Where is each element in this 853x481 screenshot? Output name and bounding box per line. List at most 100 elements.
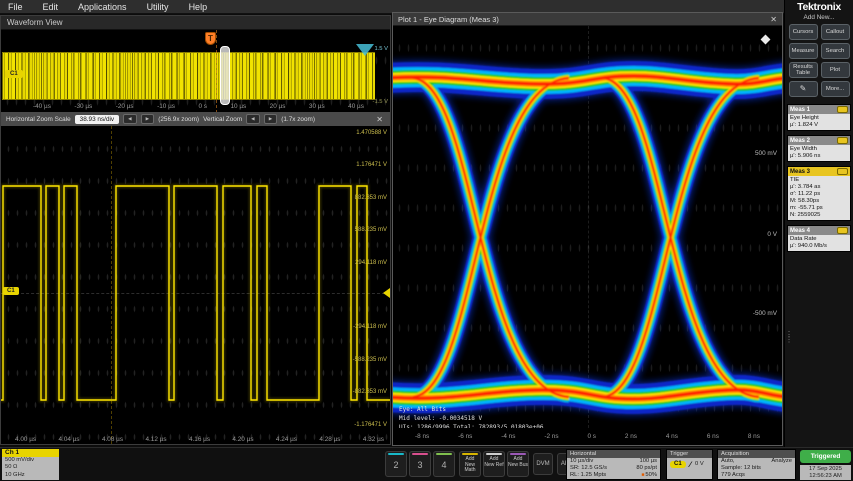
menu-item-utility[interactable]: Utility bbox=[147, 2, 169, 12]
channel-color-stripe bbox=[436, 453, 452, 455]
eye-annotation-bits: Eye: All Bits bbox=[399, 406, 446, 413]
zoom-window-handle[interactable] bbox=[220, 46, 230, 105]
oscilloscope-app: File Edit Applications Utility Help Waveform… bbox=[0, 0, 853, 481]
trigger-status-button[interactable]: Triggered bbox=[800, 450, 851, 463]
overview-x-label: -30 µs bbox=[74, 103, 92, 112]
menu-item-help[interactable]: Help bbox=[189, 2, 208, 12]
channel-number: 3 bbox=[410, 460, 430, 470]
eye-diagram-close-button[interactable]: ✕ bbox=[770, 15, 777, 24]
eye-x-label: 6 ns bbox=[707, 433, 719, 440]
meas-nav-icon[interactable] bbox=[837, 168, 848, 175]
add-new-button-ref[interactable]: Add New Ref bbox=[483, 451, 505, 477]
v-zoom-decrease-button[interactable]: ◀ bbox=[246, 114, 260, 124]
channel-1-overview-badge[interactable]: C1 bbox=[5, 70, 23, 78]
position-dot-icon: ■ bbox=[641, 472, 644, 478]
overview-x-axis: -40 µs-30 µs-20 µs-10 µs0 s10 µs20 µs30 … bbox=[1, 103, 390, 112]
trigger-level-icon[interactable] bbox=[356, 44, 374, 56]
eye-y-label: -500 mV bbox=[753, 310, 777, 317]
trigger-position-marker[interactable]: T bbox=[205, 32, 216, 45]
h-zoom-scale-value[interactable]: 38.93 ns/div bbox=[75, 115, 119, 124]
eye-diagram-title-bar[interactable]: Plot 1 - Eye Diagram (Meas 3) ✕ bbox=[393, 13, 782, 26]
channel-button-2[interactable]: 2 bbox=[385, 451, 407, 477]
zoom-x-label: 4.20 µs bbox=[232, 436, 253, 443]
meas-badge-meas3[interactable]: Meas 3TIEµ': 3.784 asσ': 11.22 psM: 58.3… bbox=[787, 166, 851, 221]
zoomed-waveform-plot[interactable]: C1 4.00 µs4.04 µs4.08 µs4.12 µs4.16 µs4.… bbox=[1, 126, 390, 444]
h-zoom-increase-button[interactable]: ▶ bbox=[141, 114, 155, 124]
meas-result-line: m: -55.71 ps bbox=[790, 205, 848, 212]
waveform-view-panel: Waveform View T C1 1.5 V -1.5 V -40 µs-3… bbox=[0, 15, 391, 445]
zoom-bar-close-button[interactable]: ✕ bbox=[376, 115, 385, 124]
meas-result-line: Data Rate bbox=[790, 236, 848, 243]
channel-setting-line: 500 mV/div bbox=[5, 457, 56, 464]
sidebar-button-plot[interactable]: Plot bbox=[821, 62, 850, 78]
tool-button-dvm[interactable]: DVM bbox=[533, 453, 553, 475]
channel-button-4[interactable]: 4 bbox=[433, 451, 455, 477]
zoom-x-label: 4.28 µs bbox=[319, 436, 340, 443]
overview-x-label: -10 µs bbox=[157, 103, 175, 112]
sidebar-button-measure[interactable]: Measure bbox=[789, 43, 818, 59]
sidebar-button-more[interactable]: More... bbox=[821, 81, 850, 97]
channel-1-settings: 500 mV/div50 Ω10 GHz bbox=[2, 457, 59, 480]
meas-result-line: µ': 5.906 ns bbox=[790, 153, 848, 160]
overview-x-label: 30 µs bbox=[309, 103, 325, 112]
zoom-y-label: 882.353 mV bbox=[355, 195, 387, 201]
meas-badge-meas2[interactable]: Meas 2Eye Widthµ': 5.906 ns bbox=[787, 135, 851, 162]
zoom-x-label: 4.08 µs bbox=[102, 436, 123, 443]
record-length: RL: 1.25 Mpts bbox=[570, 472, 606, 479]
zoom-y-label: -294.118 mV bbox=[353, 324, 387, 330]
eye-x-axis: -8 ns-6 ns-4 ns-2 ns0 s2 ns4 ns6 ns8 ns bbox=[393, 427, 782, 445]
zoom-x-label: 4.16 µs bbox=[189, 436, 210, 443]
button-color-stripe bbox=[510, 453, 526, 455]
overview-x-label: 20 µs bbox=[270, 103, 286, 112]
overview-waveform bbox=[2, 52, 375, 100]
meas-result-line: N: 2559025 bbox=[790, 212, 848, 219]
v-zoom-factor: (1.7x zoom) bbox=[281, 116, 315, 123]
sidebar-button-search[interactable]: Search bbox=[821, 43, 850, 59]
meas-badge-header: Meas 3 bbox=[788, 167, 850, 176]
horizontal-panel[interactable]: Horizontal 10 µs/div 100 µs SR: 12.5 GS/… bbox=[566, 449, 661, 480]
add-new-button-bus[interactable]: Add New Bus bbox=[507, 451, 529, 477]
meas-badge-body: Data Rateµ': 940.0 Mb/s bbox=[788, 235, 850, 251]
pencil-icon[interactable]: ✎ bbox=[789, 81, 818, 97]
eye-diagram-window: Plot 1 - Eye Diagram (Meas 3) ✕ Eye: All… bbox=[392, 12, 783, 446]
meas-nav-icon[interactable] bbox=[837, 106, 848, 113]
zoom-x-label: 4.24 µs bbox=[276, 436, 297, 443]
acquisition-panel[interactable]: Acquisition Auto, Analyze Sample: 12 bit… bbox=[717, 449, 796, 480]
zoom-y-label: -588.235 mV bbox=[353, 357, 387, 363]
trigger-source-badge[interactable]: C1 bbox=[670, 461, 686, 468]
meas-result-line: σ': 11.22 ps bbox=[790, 191, 848, 198]
eye-diagram-plot[interactable]: Eye: All Bits Mid level: -0.0034518 V UI… bbox=[393, 26, 782, 428]
trigger-panel[interactable]: Trigger C1 ∕ 0 V bbox=[666, 449, 713, 480]
menu-item-file[interactable]: File bbox=[8, 2, 23, 12]
add-new-button-math[interactable]: Add New Math bbox=[459, 451, 481, 477]
meas-result-line: TIE bbox=[790, 177, 848, 184]
sidebar-button-cursors[interactable]: Cursors bbox=[789, 24, 818, 40]
menu-item-applications[interactable]: Applications bbox=[78, 2, 127, 12]
v-zoom-label: Vertical Zoom bbox=[203, 116, 242, 123]
time: 12:56:23 AM bbox=[800, 473, 851, 480]
h-zoom-decrease-button[interactable]: ◀ bbox=[123, 114, 137, 124]
meas-badge-meas1[interactable]: Meas 1Eye Heightµ': 1.824 V bbox=[787, 104, 851, 131]
acquisition-panel-title: Acquisition bbox=[718, 450, 795, 458]
channel-1-badge[interactable]: Ch 1500 mV/div50 Ω10 GHz bbox=[2, 449, 59, 480]
eye-x-label: -8 ns bbox=[415, 433, 429, 440]
overview-plot[interactable]: T C1 1.5 V -1.5 V -40 µs-30 µs-20 µs-10 … bbox=[1, 30, 390, 113]
zoom-x-label: 4.00 µs bbox=[15, 436, 36, 443]
channel-1-waveform-handle[interactable]: C1 bbox=[3, 287, 19, 295]
trigger-level: 0 V bbox=[695, 461, 704, 468]
meas-nav-icon[interactable] bbox=[837, 227, 848, 234]
meas-badge-meas4[interactable]: Meas 4Data Rateµ': 940.0 Mb/s bbox=[787, 225, 851, 252]
meas-nav-icon[interactable] bbox=[837, 137, 848, 144]
channel-button-3[interactable]: 3 bbox=[409, 451, 431, 477]
sidebar-buttons: CursorsCalloutMeasureSearchResults Table… bbox=[785, 24, 853, 97]
menu-item-edit[interactable]: Edit bbox=[43, 2, 59, 12]
sidebar-grip[interactable]: ⋮⋮ bbox=[785, 332, 793, 342]
sidebar-button-callout[interactable]: Callout bbox=[821, 24, 850, 40]
v-zoom-increase-button[interactable]: ▶ bbox=[264, 114, 278, 124]
sample-resolution: 80 ps/pt bbox=[636, 465, 657, 472]
meas-badge-name: Meas 4 bbox=[790, 228, 810, 234]
zoom-x-label: 4.32 µs bbox=[363, 436, 384, 443]
horizontal-position: 50% bbox=[645, 472, 657, 478]
sidebar-button-results-table[interactable]: Results Table bbox=[789, 62, 818, 78]
horizontal-scale: 10 µs/div bbox=[570, 458, 593, 465]
